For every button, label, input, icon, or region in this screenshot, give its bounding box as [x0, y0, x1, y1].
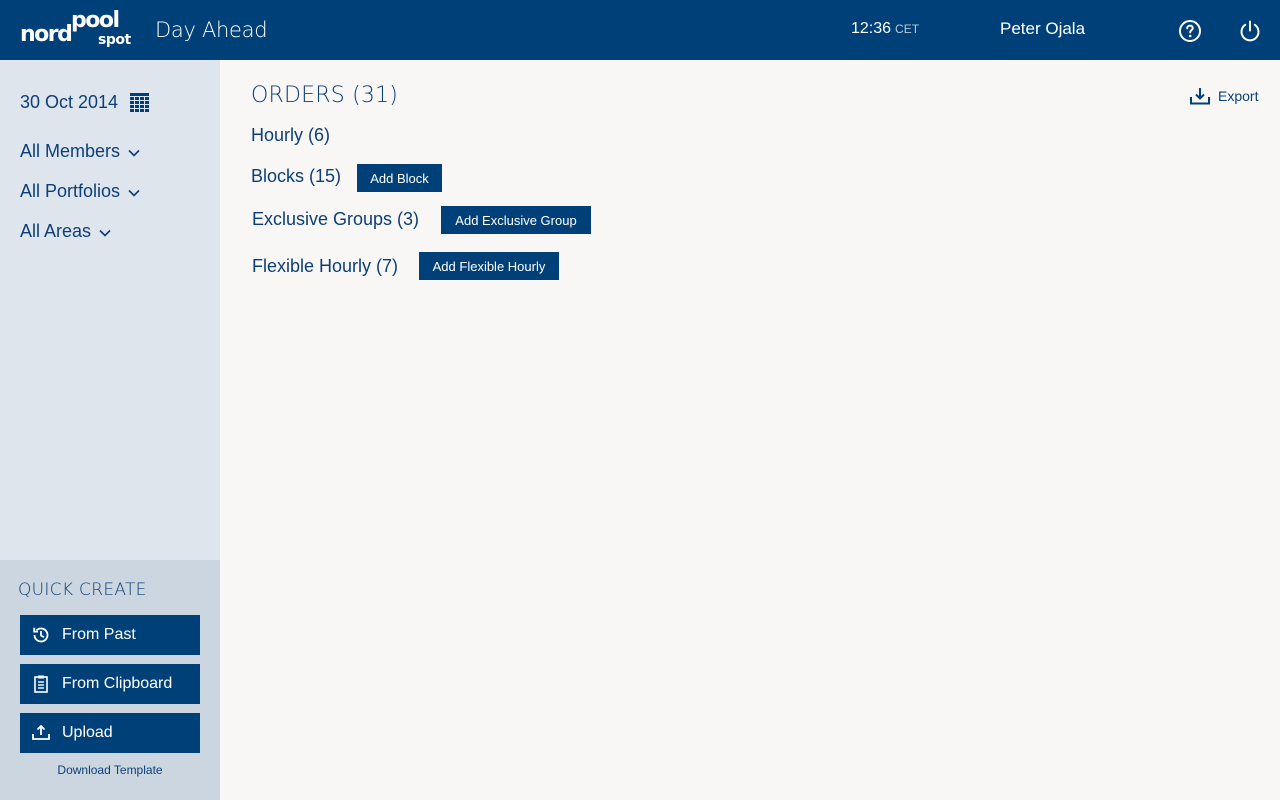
top-bar: nord pool spot Day Ahead 12:36 CET Peter …: [0, 0, 1280, 60]
clock-timezone: CET: [895, 22, 920, 36]
section-exclusive-groups[interactable]: Exclusive Groups (3): [252, 209, 419, 230]
from-past-button[interactable]: From Past: [20, 615, 200, 655]
sidebar: 30 Oct 2014 All Members All Portfolios A…: [0, 60, 220, 560]
section-blocks[interactable]: Blocks (15): [251, 166, 341, 187]
chevron-down-icon: [99, 229, 111, 237]
chevron-down-icon: [128, 149, 140, 157]
upload-label: Upload: [62, 724, 113, 741]
portfolios-filter-dropdown[interactable]: All Portfolios: [20, 181, 140, 202]
help-icon[interactable]: [1178, 19, 1202, 43]
add-block-button[interactable]: Add Block: [357, 164, 442, 192]
quick-create-title: QUICK CREATE: [18, 580, 147, 600]
portfolios-filter-label: All Portfolios: [20, 181, 121, 201]
power-icon[interactable]: [1238, 19, 1262, 43]
logo-word-nord: nord: [20, 22, 73, 47]
section-hourly[interactable]: Hourly (6): [251, 125, 330, 146]
app-title: Day Ahead: [155, 18, 268, 42]
add-exclusive-group-button[interactable]: Add Exclusive Group: [441, 206, 591, 234]
logo-word-spot: spot: [98, 32, 131, 48]
logo-word-pool: pool: [71, 8, 120, 33]
orders-title: ORDERS (31): [251, 83, 399, 108]
selected-date: 30 Oct 2014: [20, 91, 119, 112]
export-label: Export: [1218, 88, 1259, 104]
nordpool-spot-logo[interactable]: nord pool spot: [20, 8, 132, 50]
members-filter-dropdown[interactable]: All Members: [20, 141, 140, 162]
upload-icon: [32, 724, 50, 740]
from-clipboard-button[interactable]: From Clipboard: [20, 664, 200, 704]
add-flexible-hourly-button[interactable]: Add Flexible Hourly: [419, 252, 559, 280]
from-past-label: From Past: [62, 626, 136, 643]
chevron-down-icon: [128, 189, 140, 197]
export-button[interactable]: Export: [1190, 87, 1258, 105]
quick-create-panel: QUICK CREATE From Past From Clipboard Up…: [0, 560, 220, 800]
download-template-link[interactable]: Download Template: [0, 763, 220, 777]
clock-time: 12:36: [851, 20, 892, 37]
calendar-icon[interactable]: [130, 92, 150, 112]
areas-filter-label: All Areas: [20, 221, 92, 241]
clock: 12:36 CET: [851, 20, 919, 38]
from-clipboard-label: From Clipboard: [62, 675, 173, 692]
areas-filter-dropdown[interactable]: All Areas: [20, 221, 111, 242]
members-filter-label: All Members: [20, 141, 121, 161]
history-icon: [33, 627, 49, 643]
user-name[interactable]: Peter Ojala: [1000, 19, 1085, 39]
section-flexible-hourly[interactable]: Flexible Hourly (7): [252, 256, 398, 277]
upload-button[interactable]: Upload: [20, 713, 200, 753]
clipboard-icon: [34, 675, 48, 693]
date-picker[interactable]: 30 Oct 2014: [20, 91, 150, 113]
download-icon: [1190, 88, 1210, 105]
